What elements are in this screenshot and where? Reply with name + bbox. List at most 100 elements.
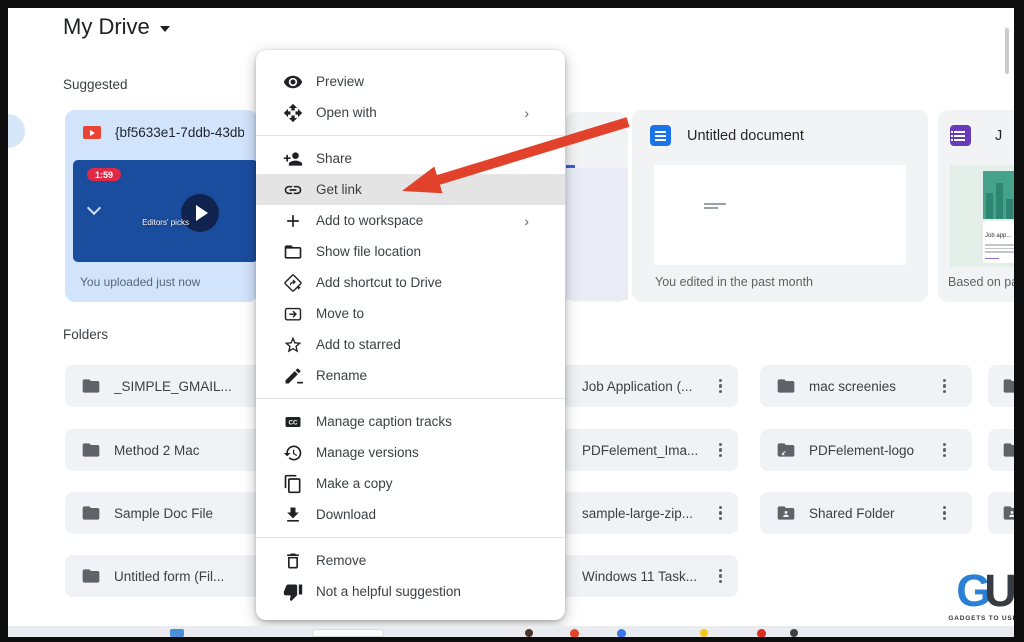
pencil-icon [285, 367, 303, 383]
video-card-caption: You uploaded just now [80, 275, 201, 289]
eye-icon [283, 75, 303, 88]
more-options-button[interactable] [718, 500, 722, 527]
folder-name: Sample Doc File [114, 505, 214, 521]
folder-chip[interactable]: Shared Folder [760, 492, 972, 534]
document-card-caption: You edited in the past month [655, 275, 813, 289]
link-icon [284, 185, 302, 194]
suggested-card-hidden-sliver[interactable] [566, 112, 628, 302]
menu-divider [256, 537, 565, 538]
more-options-button[interactable] [718, 437, 722, 464]
video-card-title: {bf5633e1-7ddb-43db [115, 125, 244, 140]
trash-icon [287, 553, 299, 568]
folder-chip[interactable]: Job Application (... [540, 365, 738, 407]
scroll-left-pill [8, 114, 25, 148]
form-card-title: Job A [995, 127, 1002, 144]
folder-chip[interactable]: Sample Doc File [65, 492, 265, 534]
hidden-card-preview [566, 168, 628, 300]
page-title: My Drive [63, 14, 150, 39]
video-overlay-text: Editors' picks [142, 218, 189, 227]
folder-icon [82, 506, 100, 520]
menu-item-manage-versions[interactable]: Manage versions [256, 437, 565, 468]
folder-outline-icon [284, 244, 302, 259]
menu-item-get-link[interactable]: Get link [256, 174, 565, 205]
menu-item-add-shortcut[interactable]: Add shortcut to Drive [256, 267, 565, 298]
more-options-button[interactable] [942, 437, 946, 464]
more-options-button[interactable] [718, 563, 722, 590]
folder-chip[interactable]: sample-large-zip... [540, 492, 738, 534]
screenshot-frame-right [1014, 0, 1024, 642]
shortcut-folder-icon [777, 443, 795, 457]
gadgets-to-use-watermark: GU GADGETS TO USE [948, 565, 1018, 623]
history-icon [283, 445, 302, 460]
screenshot-frame-left [0, 0, 8, 642]
submenu-chevron-icon: › [524, 104, 529, 121]
folders-heading: Folders [63, 327, 109, 342]
folder-icon [82, 443, 100, 457]
menu-item-make-a-copy[interactable]: Make a copy [256, 468, 565, 499]
screenshot-frame-bottom [0, 637, 1024, 642]
folder-icon [82, 569, 100, 583]
menu-item-add-to-workspace[interactable]: Add to workspace › [256, 205, 565, 236]
menu-divider [256, 135, 565, 136]
my-drive-dropdown[interactable]: My Drive [63, 14, 170, 40]
plus-icon [287, 214, 299, 227]
folder-chip[interactable]: Untitled form (Fil... [65, 555, 265, 597]
video-file-icon [83, 126, 101, 139]
menu-item-preview[interactable]: Preview [256, 66, 565, 97]
folder-name: Untitled form (Fil... [114, 568, 225, 584]
suggested-card-document[interactable]: Untitled document You edited in the past… [632, 110, 928, 302]
suggested-card-form[interactable]: Job A Job app... Based on past [938, 110, 1024, 302]
menu-item-remove[interactable]: Remove [256, 545, 565, 576]
taskbar-icon[interactable] [525, 629, 533, 637]
menu-item-share[interactable]: Share [256, 143, 565, 174]
folder-chip[interactable]: Method 2 Mac [65, 429, 265, 471]
folder-chip[interactable]: PDFelement_Ima... [540, 429, 738, 471]
folder-name: mac screenies [809, 378, 897, 394]
menu-item-rename[interactable]: Rename [256, 360, 565, 391]
add-shortcut-icon [284, 273, 302, 292]
person-add-icon [283, 151, 303, 166]
taskbar-search-sliver[interactable] [312, 629, 384, 637]
open-with-icon [283, 103, 303, 122]
menu-item-move-to[interactable]: Move to [256, 298, 565, 329]
chevron-down-icon [159, 26, 170, 32]
screenshot-frame-top [0, 0, 1024, 8]
document-preview [654, 165, 906, 265]
google-forms-icon [950, 125, 971, 146]
star-icon [284, 336, 302, 352]
taskbar-icon[interactable] [700, 629, 708, 637]
folder-name: Method 2 Mac [114, 442, 200, 458]
folder-chip[interactable]: _SIMPLE_GMAIL... [65, 365, 265, 407]
context-menu: Preview Open with › Share Get link Add t… [256, 50, 565, 620]
menu-item-add-to-starred[interactable]: Add to starred [256, 329, 565, 360]
menu-item-download[interactable]: Download [256, 499, 565, 530]
taskbar-icon[interactable] [170, 629, 184, 637]
captions-icon: CC [285, 416, 301, 427]
folder-name: Shared Folder [809, 505, 895, 521]
svg-text:CC: CC [288, 419, 298, 426]
folder-icon [777, 379, 795, 393]
document-card-title: Untitled document [687, 127, 804, 144]
move-to-icon [284, 307, 302, 321]
folder-chip[interactable]: mac screenies [760, 365, 972, 407]
copy-icon [284, 474, 301, 493]
menu-item-open-with[interactable]: Open with › [256, 97, 565, 128]
form-preview: Job app... [950, 165, 1024, 267]
menu-item-not-helpful[interactable]: Not a helpful suggestion [256, 576, 565, 607]
chevron-down-icon [86, 200, 102, 216]
folder-chip[interactable]: PDFelement-logo [760, 429, 972, 471]
menu-item-show-file-location[interactable]: Show file location [256, 236, 565, 267]
folder-chip[interactable]: Windows 11 Task... [540, 555, 738, 597]
more-options-button[interactable] [942, 373, 946, 400]
download-icon [287, 507, 299, 522]
taskbar-icon[interactable] [790, 629, 798, 637]
form-card-caption: Based on past [948, 275, 1024, 289]
more-options-button[interactable] [942, 500, 946, 527]
folder-name: PDFelement_Ima... [582, 442, 699, 458]
more-options-button[interactable] [718, 373, 722, 400]
folder-name: PDFelement-logo [809, 442, 915, 458]
vertical-scrollbar[interactable] [1005, 28, 1009, 74]
menu-item-manage-captions[interactable]: CC Manage caption tracks [256, 406, 565, 437]
suggested-card-video[interactable]: {bf5633e1-7ddb-43db 1:59 Editors' picks … [65, 110, 258, 302]
video-thumbnail[interactable]: 1:59 Editors' picks [73, 160, 258, 262]
